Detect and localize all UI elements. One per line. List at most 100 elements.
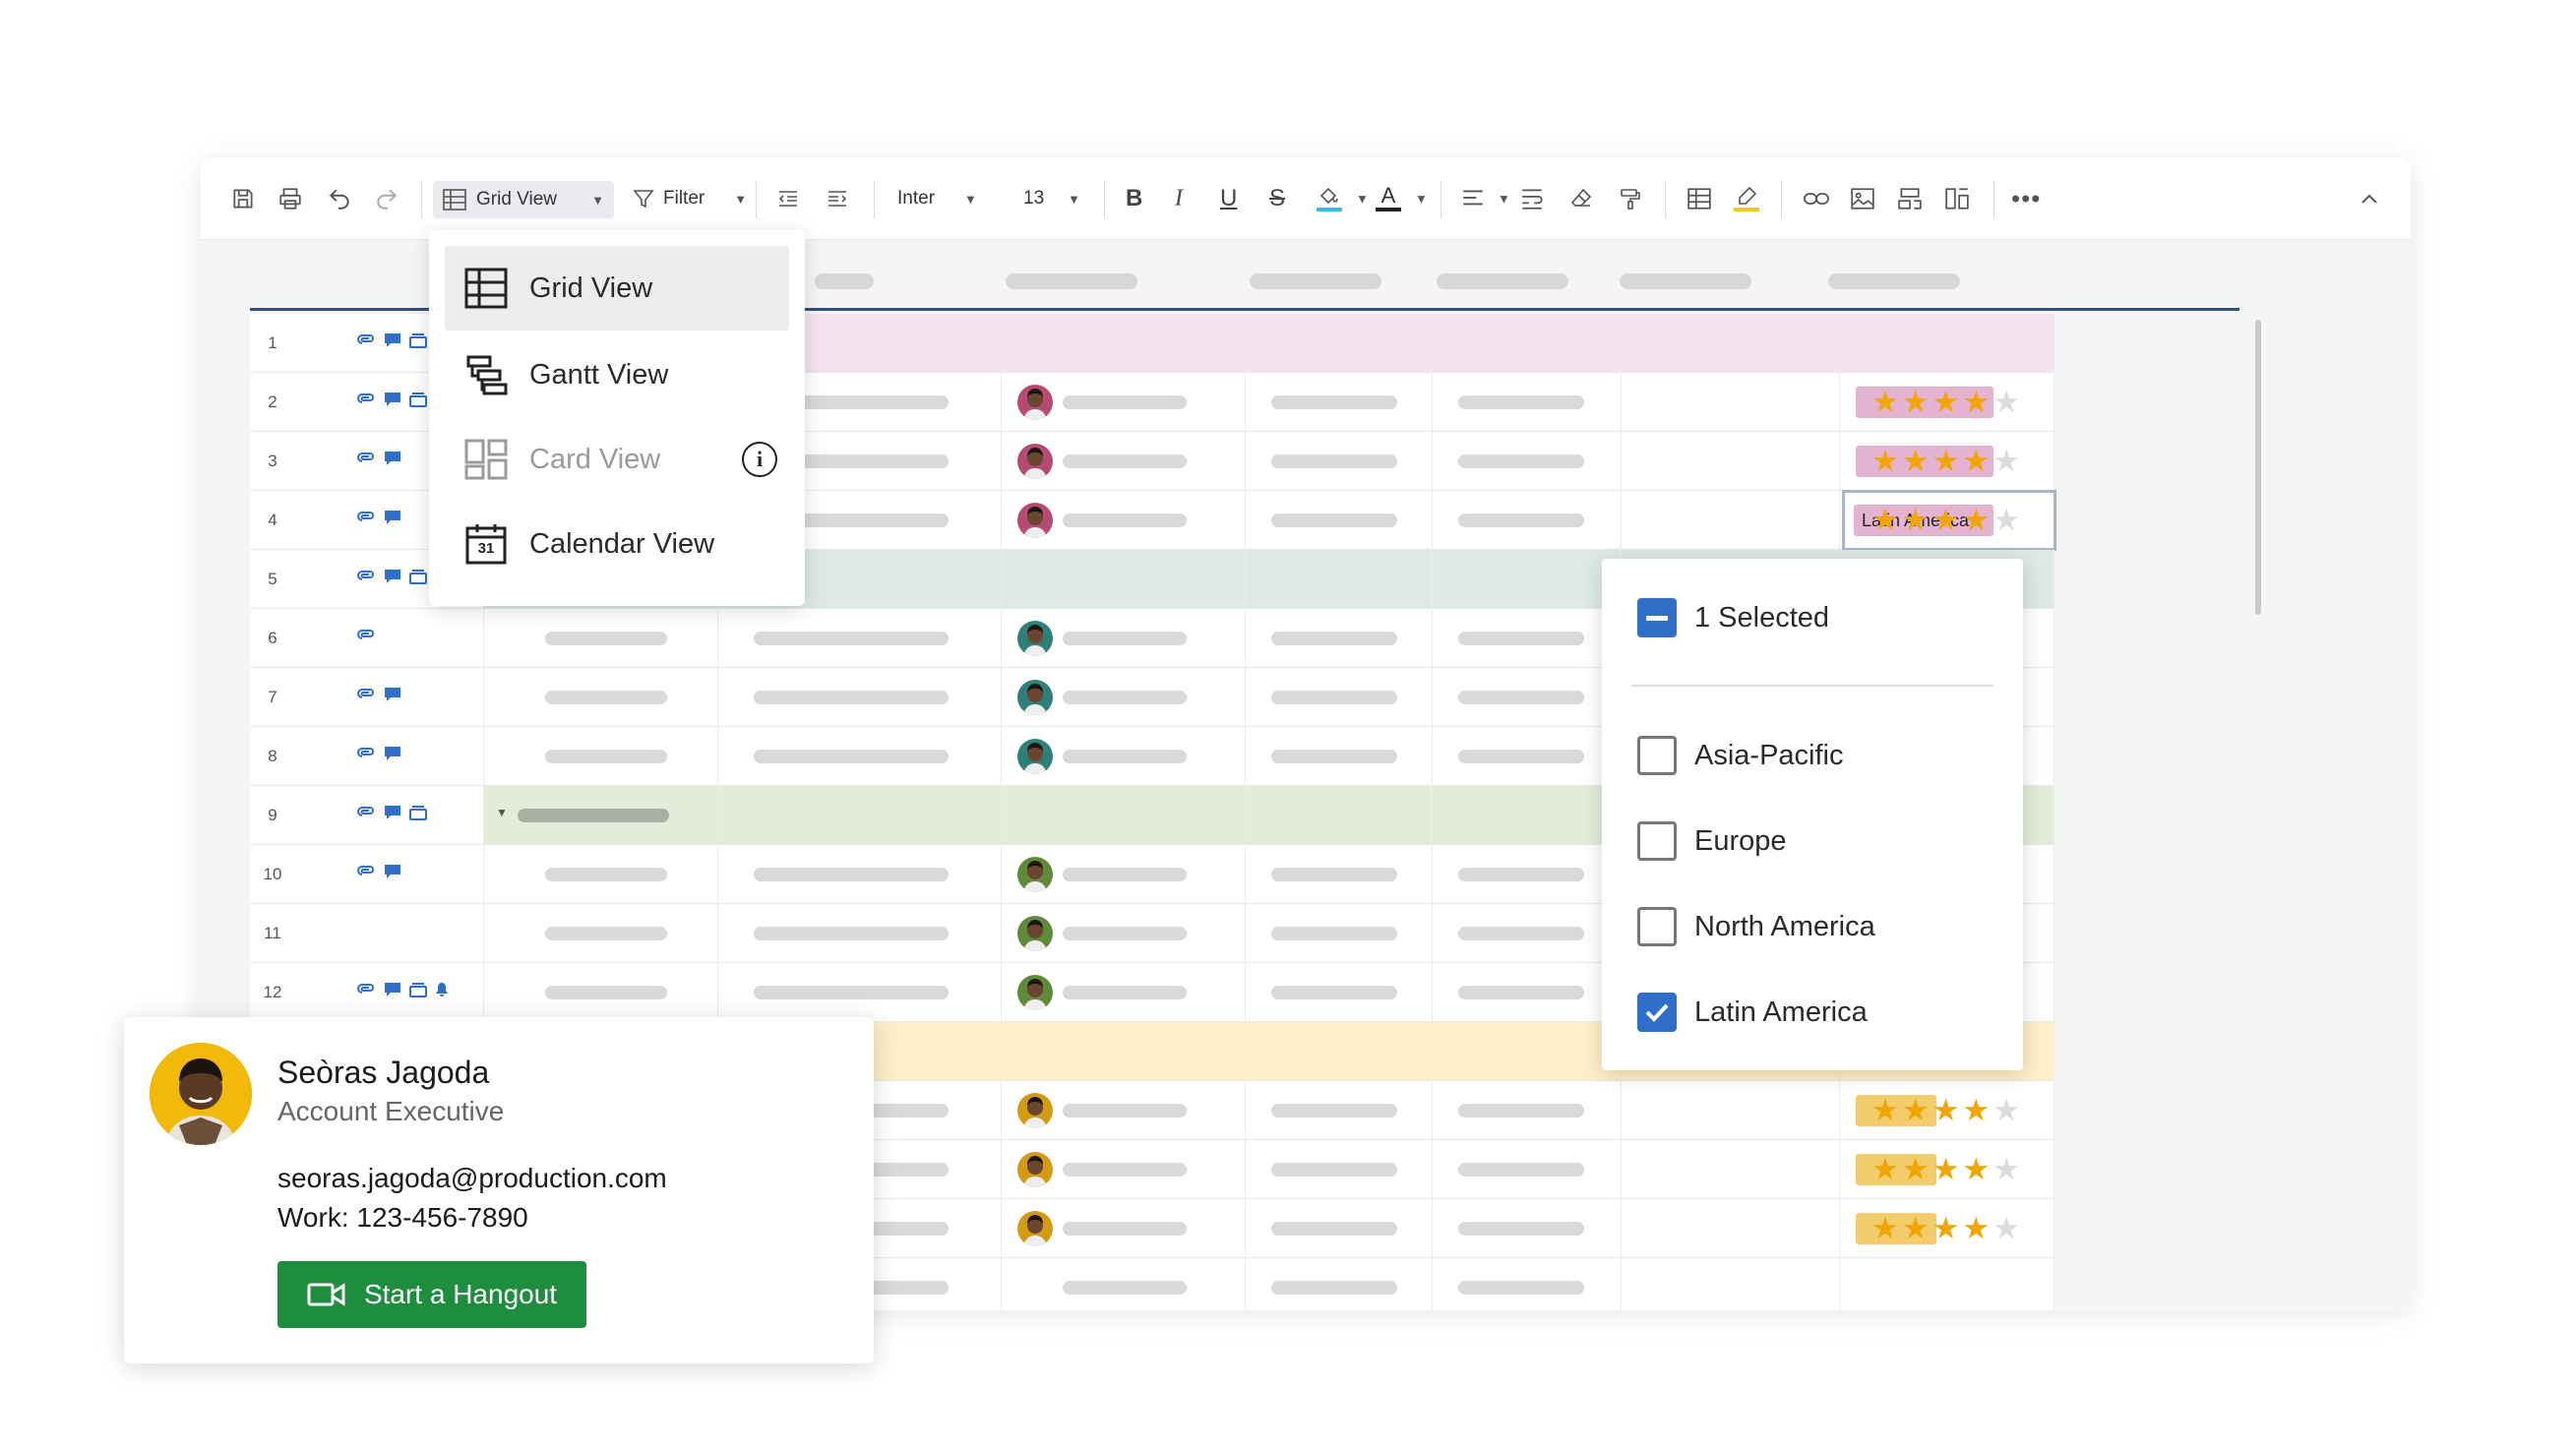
chevron-down-icon[interactable]: ▼ — [1498, 192, 1510, 207]
assignee-avatar[interactable] — [1017, 975, 1053, 1010]
rating-stars[interactable]: ★ ★ ★ ★ ★ — [1871, 1154, 2020, 1184]
star-icon[interactable]: ★ — [1962, 1154, 1990, 1184]
font-family-select[interactable]: Inter ▼ — [897, 188, 977, 210]
option-asia-pacific[interactable]: Asia-Pacific — [1637, 736, 1844, 775]
table-cell[interactable] — [1622, 1140, 1840, 1198]
assignee-avatar[interactable] — [1017, 444, 1053, 479]
assignee-avatar[interactable] — [1017, 503, 1053, 538]
row-number[interactable]: 3 — [250, 432, 295, 490]
attachment-indicator-icon[interactable] — [356, 510, 376, 530]
table-cell[interactable] — [1002, 1022, 1246, 1080]
row-number[interactable]: 4 — [250, 491, 295, 549]
column-header[interactable] — [1620, 273, 1751, 289]
italic-icon[interactable]: I — [1175, 186, 1183, 212]
attachment-indicator-icon[interactable] — [356, 982, 376, 1002]
print-icon[interactable] — [277, 186, 303, 211]
assignee-avatar[interactable] — [1017, 385, 1053, 420]
star-icon[interactable]: ★ — [1902, 1154, 1930, 1184]
assignee-avatar[interactable] — [1017, 680, 1053, 715]
checkbox[interactable] — [1637, 907, 1677, 946]
table-cell[interactable] — [1433, 550, 1622, 608]
menu-item-card-view[interactable]: Card View i — [445, 417, 789, 502]
row-number[interactable]: 11 — [250, 904, 295, 962]
wrap-text-icon[interactable] — [1519, 187, 1545, 211]
chevron-down-icon[interactable]: ▼ — [1415, 192, 1428, 207]
star-icon[interactable]: ★ — [1932, 1213, 1960, 1243]
row-number[interactable]: 6 — [250, 609, 295, 667]
row-number[interactable]: 1 — [250, 314, 295, 372]
table-cell[interactable] — [1002, 314, 1246, 372]
checkbox[interactable] — [1637, 821, 1677, 861]
star-icon[interactable]: ★ — [1962, 1213, 1990, 1243]
comment-indicator-icon[interactable] — [384, 569, 401, 589]
rating-stars[interactable]: ★ ★ ★ ★ ★ — [1871, 1213, 2020, 1243]
star-icon[interactable]: ★ — [1932, 505, 1960, 535]
column-header[interactable] — [1437, 273, 1568, 289]
attachment-indicator-icon[interactable] — [356, 628, 376, 648]
comment-indicator-icon[interactable] — [384, 510, 401, 530]
table-cell[interactable] — [1246, 786, 1433, 844]
column-header[interactable] — [1828, 273, 1960, 289]
comment-indicator-icon[interactable] — [384, 392, 401, 412]
proof-indicator-icon[interactable] — [409, 982, 427, 1002]
table-cell[interactable] — [1433, 1022, 1622, 1080]
comment-indicator-icon[interactable] — [384, 864, 401, 884]
checkbox[interactable] — [1637, 736, 1677, 775]
menu-item-grid-view[interactable]: Grid View — [445, 246, 789, 331]
rating-stars[interactable]: ★ ★ ★ ★ ★ — [1871, 505, 2020, 535]
star-icon[interactable]: ★ — [1993, 446, 2020, 476]
assignee-avatar[interactable] — [1017, 739, 1053, 774]
table-cell[interactable] — [1246, 550, 1433, 608]
highlight-icon[interactable] — [1734, 186, 1759, 211]
chevron-down-icon[interactable]: ▼ — [1356, 192, 1369, 207]
image-icon[interactable] — [1850, 187, 1875, 211]
row-number[interactable]: 7 — [250, 668, 295, 726]
rating-stars[interactable]: ★ ★ ★ ★ ★ — [1871, 446, 2020, 476]
table-cell[interactable] — [1622, 314, 1840, 372]
table-cell[interactable] — [1622, 491, 1840, 549]
star-icon[interactable]: ★ — [1871, 1154, 1899, 1184]
rating-stars[interactable]: ★ ★ ★ ★ ★ — [1871, 1095, 2020, 1125]
assignee-avatar[interactable] — [1017, 857, 1053, 892]
table-cell[interactable] — [1002, 786, 1246, 844]
rating-stars[interactable]: ★ ★ ★ ★ ★ — [1871, 387, 2020, 417]
star-icon[interactable]: ★ — [1993, 1154, 2020, 1184]
strikethrough-icon[interactable]: S — [1269, 185, 1285, 212]
view-switcher-button[interactable]: Grid View ▼ — [433, 181, 614, 218]
star-icon[interactable]: ★ — [1871, 505, 1899, 535]
table-cell[interactable] — [1840, 314, 2055, 372]
reminder-indicator-icon[interactable] — [435, 982, 449, 1002]
comment-indicator-icon[interactable] — [384, 982, 401, 1002]
contact-phone[interactable]: Work: 123-456-7890 — [277, 1202, 528, 1234]
more-options-icon[interactable]: ••• — [2011, 184, 2041, 214]
proof-indicator-icon[interactable] — [409, 569, 427, 589]
table-cell[interactable] — [1622, 1081, 1840, 1139]
assignee-avatar[interactable] — [1017, 916, 1053, 951]
outdent-icon[interactable] — [775, 187, 801, 211]
column-header[interactable] — [1006, 273, 1137, 289]
option-europe[interactable]: Europe — [1637, 821, 1787, 861]
attachment-indicator-icon[interactable] — [356, 746, 376, 766]
text-color-icon[interactable]: A — [1376, 185, 1401, 211]
info-icon[interactable]: i — [742, 442, 777, 477]
eraser-icon[interactable] — [1568, 187, 1594, 211]
row-number[interactable]: 5 — [250, 550, 295, 608]
row-number[interactable]: 10 — [250, 845, 295, 903]
expand-caret-icon[interactable]: ▼ — [496, 806, 508, 819]
attachment-indicator-icon[interactable] — [356, 687, 376, 707]
table-cell[interactable] — [1002, 550, 1246, 608]
comment-indicator-icon[interactable] — [384, 451, 401, 471]
column-layout-icon[interactable] — [1944, 187, 1970, 211]
indent-icon[interactable] — [825, 187, 850, 211]
link-icon[interactable] — [1803, 189, 1830, 209]
table-cell[interactable] — [1622, 1199, 1840, 1257]
assignee-avatar[interactable] — [1017, 1093, 1053, 1128]
attachment-indicator-icon[interactable] — [356, 332, 376, 353]
star-icon[interactable]: ★ — [1993, 505, 2020, 535]
option-latin-america[interactable]: Latin America — [1637, 993, 1868, 1032]
star-icon[interactable]: ★ — [1871, 387, 1899, 417]
attachment-indicator-icon[interactable] — [356, 569, 376, 589]
collapse-toolbar-icon[interactable] — [2358, 191, 2381, 207]
comment-indicator-icon[interactable] — [384, 746, 401, 766]
bold-icon[interactable]: B — [1126, 185, 1142, 212]
